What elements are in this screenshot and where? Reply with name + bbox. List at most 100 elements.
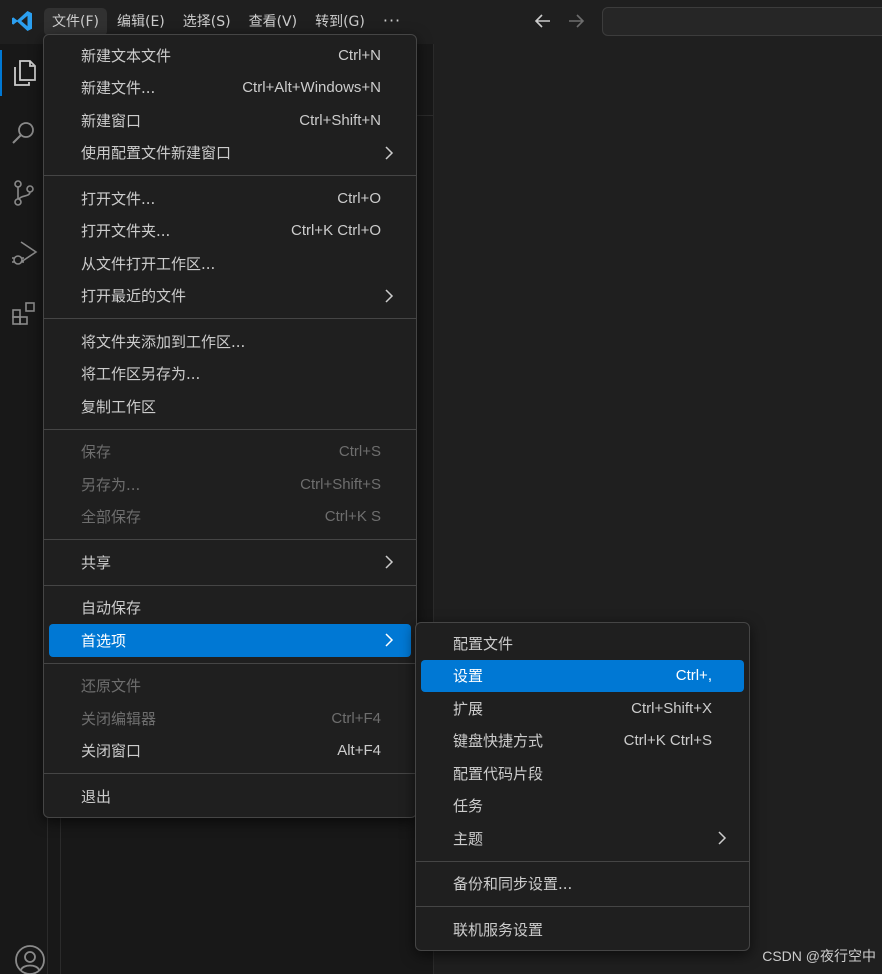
file-menu-item-label: 自动保存 xyxy=(81,599,142,618)
preferences-menu-item-shortcut: Ctrl+K Ctrl+S xyxy=(623,732,712,750)
file-menu: 新建文本文件 Ctrl+N 新建文件... Ctrl+Alt+Windows+N 新建窗… xyxy=(43,34,417,818)
file-menu-item-shortcut: Ctrl+K Ctrl+O xyxy=(290,222,381,240)
file-menu-item-label: 将文件夹添加到工作区... xyxy=(81,332,246,351)
preferences-menu-item-label: 配置代码片段 xyxy=(453,764,544,783)
menu-bar: 文件(F) 编辑(E) 选择(S) 查看(V) 转到(G) ··· xyxy=(44,8,411,36)
chevron-right-icon xyxy=(385,145,394,160)
menu-separator xyxy=(44,175,416,176)
file-menu-item-label: 将工作区另存为... xyxy=(81,365,201,384)
preferences-menu-item-label: 设置 xyxy=(453,667,484,686)
file-menu-item[interactable]: 将文件夹添加到工作区... xyxy=(49,325,411,358)
file-menu-item-label: 关闭窗口 xyxy=(81,742,142,761)
menu-separator xyxy=(44,428,416,430)
file-menu-item-label: 首选项 xyxy=(81,631,127,650)
file-menu-item-shortcut: Ctrl+K S xyxy=(324,508,381,526)
preferences-menu-item-label: 主题 xyxy=(453,829,484,848)
menu-separator xyxy=(44,539,416,540)
chevron-right-icon xyxy=(718,831,727,845)
file-menu-item-label: 全部保存 xyxy=(81,508,142,527)
file-menu-item-label: 关闭编辑器 xyxy=(81,709,157,728)
vscode-logo-icon xyxy=(12,11,32,31)
file-menu-item-shortcut: Alt+F4 xyxy=(337,742,381,760)
activity-bar xyxy=(0,44,48,974)
extensions-icon[interactable] xyxy=(0,290,48,336)
file-menu-item-shortcut: Ctrl+F4 xyxy=(331,709,381,727)
chevron-right-icon xyxy=(385,633,394,647)
preferences-menu-item[interactable]: 设置 Ctrl+, xyxy=(421,659,744,692)
file-menu-item[interactable]: 首选项 xyxy=(49,624,411,657)
file-menu-item-label: 保存 xyxy=(81,443,112,462)
file-menu-item: 关闭编辑器 Ctrl+F4 xyxy=(49,702,411,735)
file-menu-item-label: 打开文件... xyxy=(81,189,156,208)
menubar-more-button[interactable]: ··· xyxy=(375,8,409,36)
preferences-submenu: 配置文件 设置 Ctrl+, 扩展 Ctrl+Shift+X 键盘快捷方式 Ctrl+K C… xyxy=(415,622,750,951)
file-menu-item[interactable]: 共享 xyxy=(49,546,411,579)
menu-separator xyxy=(44,318,416,319)
search-icon[interactable] xyxy=(0,110,48,156)
preferences-menu-item-label: 任务 xyxy=(453,797,484,816)
file-menu-item-shortcut: Ctrl+O xyxy=(337,189,381,207)
preferences-menu-item[interactable]: 键盘快捷方式 Ctrl+K Ctrl+S xyxy=(421,725,744,758)
menu-separator xyxy=(44,584,416,586)
preferences-menu-item-label: 备份和同步设置... xyxy=(453,875,573,894)
file-menu-item-label: 另存为... xyxy=(81,475,141,494)
menu-separator xyxy=(416,906,749,907)
file-menu-item[interactable]: 将工作区另存为... xyxy=(49,358,411,391)
file-menu-item[interactable]: 新建文件... Ctrl+Alt+Windows+N xyxy=(49,72,411,105)
file-menu-item[interactable]: 新建窗口 Ctrl+Shift+N xyxy=(49,104,411,137)
menu-separator xyxy=(44,773,416,774)
file-menu-item-label: 新建文本文件 xyxy=(81,46,172,65)
chevron-right-icon xyxy=(385,288,394,303)
file-menu-item[interactable]: 打开文件... Ctrl+O xyxy=(49,182,411,215)
menu-separator xyxy=(44,662,416,664)
file-menu-item[interactable]: 打开文件夹... Ctrl+K Ctrl+O xyxy=(49,215,411,248)
file-menu-item-label: 共享 xyxy=(81,553,112,572)
file-menu-item: 还原文件 xyxy=(49,670,411,703)
file-menu-item-label: 打开最近的文件 xyxy=(81,287,187,306)
file-menu-item-label: 使用配置文件新建窗口 xyxy=(81,144,232,163)
menubar-item-3[interactable]: 查看(V) xyxy=(241,8,306,36)
file-menu-item[interactable]: 退出 xyxy=(49,780,411,813)
file-menu-item-shortcut: Ctrl+Shift+S xyxy=(300,475,381,493)
file-menu-item[interactable]: 使用配置文件新建窗口 xyxy=(49,137,411,170)
file-menu-item-shortcut: Ctrl+Shift+N xyxy=(299,111,381,129)
preferences-menu-item[interactable]: 主题 xyxy=(421,822,744,855)
menu-separator xyxy=(416,860,749,862)
file-menu-item[interactable]: 自动保存 xyxy=(49,592,411,625)
file-menu-item[interactable]: 复制工作区 xyxy=(49,390,411,423)
preferences-menu-item[interactable]: 任务 xyxy=(421,790,744,823)
file-menu-item-label: 打开文件夹... xyxy=(81,222,171,241)
file-menu-item-label: 还原文件 xyxy=(81,677,142,696)
preferences-menu-item[interactable]: 配置文件 xyxy=(421,627,744,660)
preferences-menu-item-label: 扩展 xyxy=(453,699,484,718)
menubar-item-2[interactable]: 选择(S) xyxy=(175,8,239,36)
preferences-menu-item[interactable]: 联机服务设置 xyxy=(421,913,744,946)
command-center-search[interactable] xyxy=(602,7,882,36)
file-menu-item[interactable]: 关闭窗口 Alt+F4 xyxy=(49,735,411,768)
file-menu-item[interactable]: 打开最近的文件 xyxy=(49,280,411,313)
file-menu-item[interactable]: 从文件打开工作区... xyxy=(49,247,411,280)
back-arrow-icon[interactable] xyxy=(532,10,554,32)
watermark: CSDN @夜行空中 xyxy=(762,948,876,964)
preferences-menu-item[interactable]: 配置代码片段 xyxy=(421,757,744,790)
file-menu-item: 全部保存 Ctrl+K S xyxy=(49,501,411,534)
source-control-icon[interactable] xyxy=(0,170,48,216)
account-icon[interactable] xyxy=(14,944,46,974)
preferences-menu-item[interactable]: 备份和同步设置... xyxy=(421,868,744,901)
preferences-menu-item-shortcut: Ctrl+Shift+X xyxy=(631,699,712,717)
file-menu-item-label: 新建文件... xyxy=(81,79,156,98)
menubar-item-4[interactable]: 转到(G) xyxy=(307,8,373,36)
menubar-item-0[interactable]: 文件(F) xyxy=(44,8,107,36)
file-menu-item-shortcut: Ctrl+N xyxy=(338,46,381,64)
file-menu-item-label: 复制工作区 xyxy=(81,397,157,416)
file-menu-item-shortcut: Ctrl+Alt+Windows+N xyxy=(242,79,381,97)
file-menu-item: 另存为... Ctrl+Shift+S xyxy=(49,468,411,501)
preferences-menu-item-label: 联机服务设置 xyxy=(453,920,544,939)
file-menu-item-label: 新建窗口 xyxy=(81,111,142,130)
explorer-icon[interactable] xyxy=(0,50,48,96)
menubar-item-1[interactable]: 编辑(E) xyxy=(109,8,173,36)
preferences-menu-item[interactable]: 扩展 Ctrl+Shift+X xyxy=(421,692,744,725)
run-debug-icon[interactable] xyxy=(0,230,48,276)
file-menu-item[interactable]: 新建文本文件 Ctrl+N xyxy=(49,39,411,72)
forward-arrow-icon[interactable] xyxy=(565,10,587,32)
